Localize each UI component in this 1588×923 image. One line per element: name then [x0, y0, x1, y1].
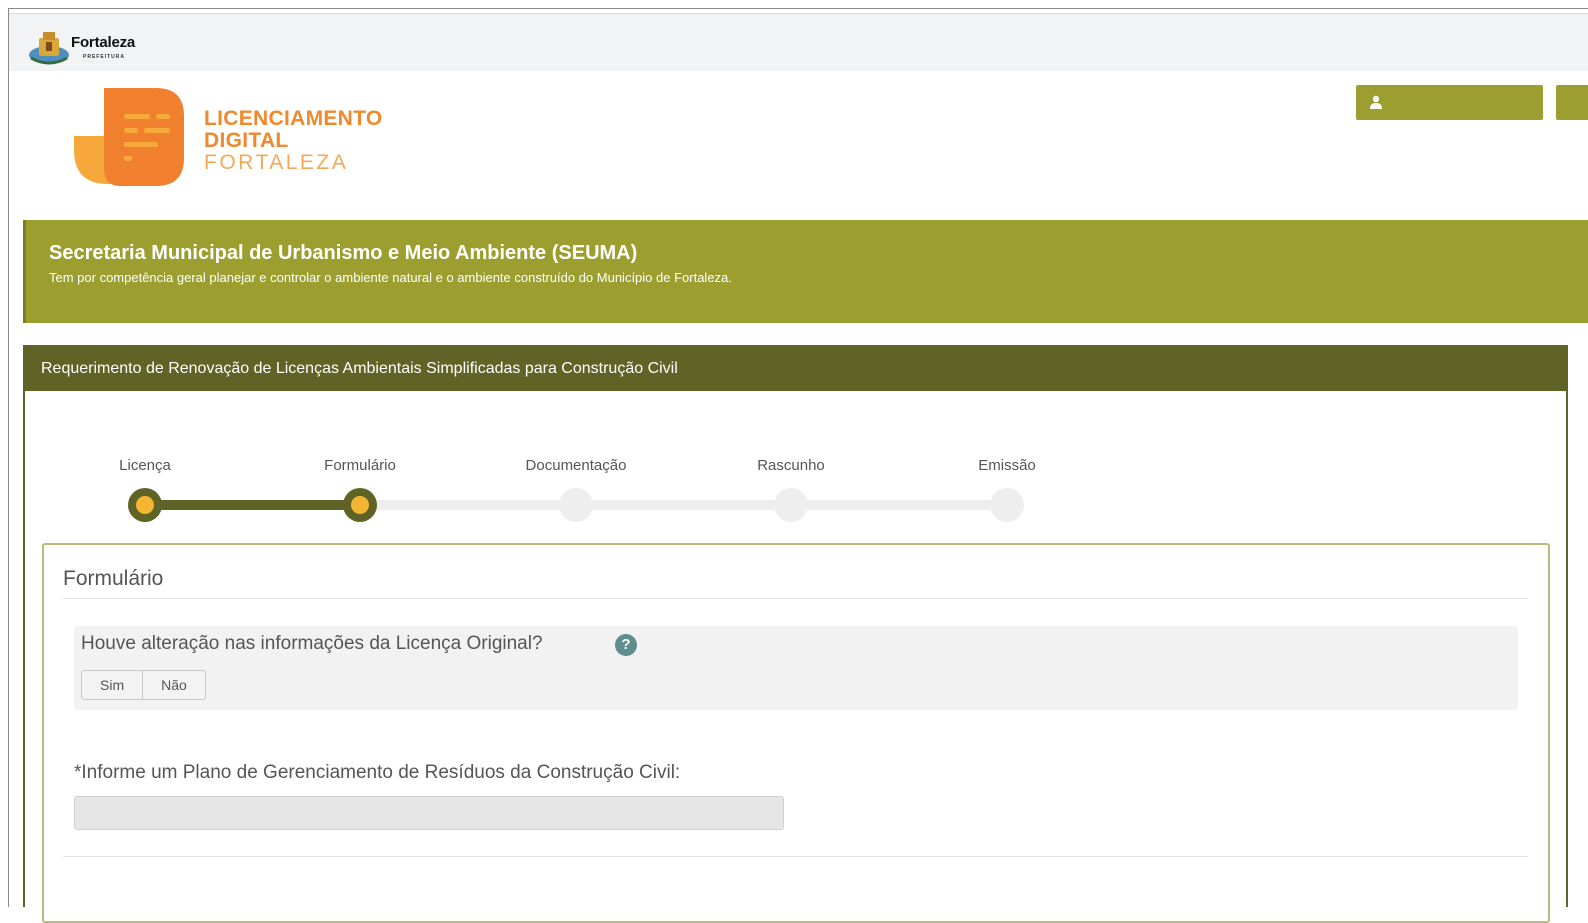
secretariat-banner: Secretaria Municipal de Urbanismo e Meio… [23, 220, 1588, 323]
step-dot-licenca[interactable] [128, 488, 162, 522]
form-heading: Formulário [63, 567, 164, 590]
user-account-button[interactable] [1356, 85, 1543, 120]
question-text: Houve alteração nas informações da Licen… [81, 633, 543, 654]
step-label-licenca: Licença [119, 457, 171, 474]
step-dot-rascunho[interactable] [774, 488, 808, 522]
brand-title-line3: FORTALEZA [204, 151, 349, 174]
step-label-formulario: Formulário [324, 457, 396, 474]
waste-plan-input[interactable] [74, 796, 784, 830]
city-name: Fortaleza [71, 34, 136, 51]
user-icon [1370, 95, 1382, 109]
licenciamento-logo-icon [74, 88, 184, 186]
banner-title: Secretaria Municipal de Urbanismo e Meio… [49, 242, 638, 264]
waste-plan-label: *Informe um Plano de Gerenciamento de Re… [74, 762, 681, 783]
step-dot-documentacao[interactable] [559, 488, 593, 522]
form-divider-bottom [63, 856, 1528, 857]
request-panel: Requerimento de Renovação de Licenças Am… [23, 345, 1568, 923]
panel-header: Requerimento de Renovação de Licenças Am… [25, 347, 1566, 391]
step-label-documentacao: Documentação [525, 457, 627, 474]
form-divider [63, 598, 1528, 599]
header-action-button[interactable] [1556, 85, 1588, 120]
step-label-emissao: Emissão [978, 457, 1036, 474]
help-icon[interactable]: ? [615, 634, 637, 656]
brand-title-line1: LICENCIAMENTO [204, 107, 383, 130]
step-dot-formulario[interactable] [343, 488, 377, 522]
banner-subtitle: Tem por competência geral planejar e con… [49, 270, 732, 285]
step-dot-emissao[interactable] [990, 488, 1024, 522]
yes-button[interactable]: Sim [81, 670, 144, 700]
stepper-track-completed [145, 500, 360, 510]
step-label-rascunho: Rascunho [757, 457, 825, 474]
question-block: Houve alteração nas informações da Licen… [74, 626, 1518, 710]
form-section: Formulário Houve alteração nas informaçõ… [42, 543, 1550, 923]
city-subtitle: PREFEITURA [83, 54, 125, 60]
brand-title-line2: DIGITAL [204, 129, 289, 152]
yes-no-toggle: Sim Não [81, 670, 206, 702]
panel-title: Requerimento de Renovação de Licenças Am… [41, 360, 678, 377]
city-coat-of-arms-icon [29, 32, 69, 65]
city-header-bar: Fortaleza PREFEITURA [9, 13, 1588, 71]
no-button[interactable]: Não [143, 670, 206, 700]
